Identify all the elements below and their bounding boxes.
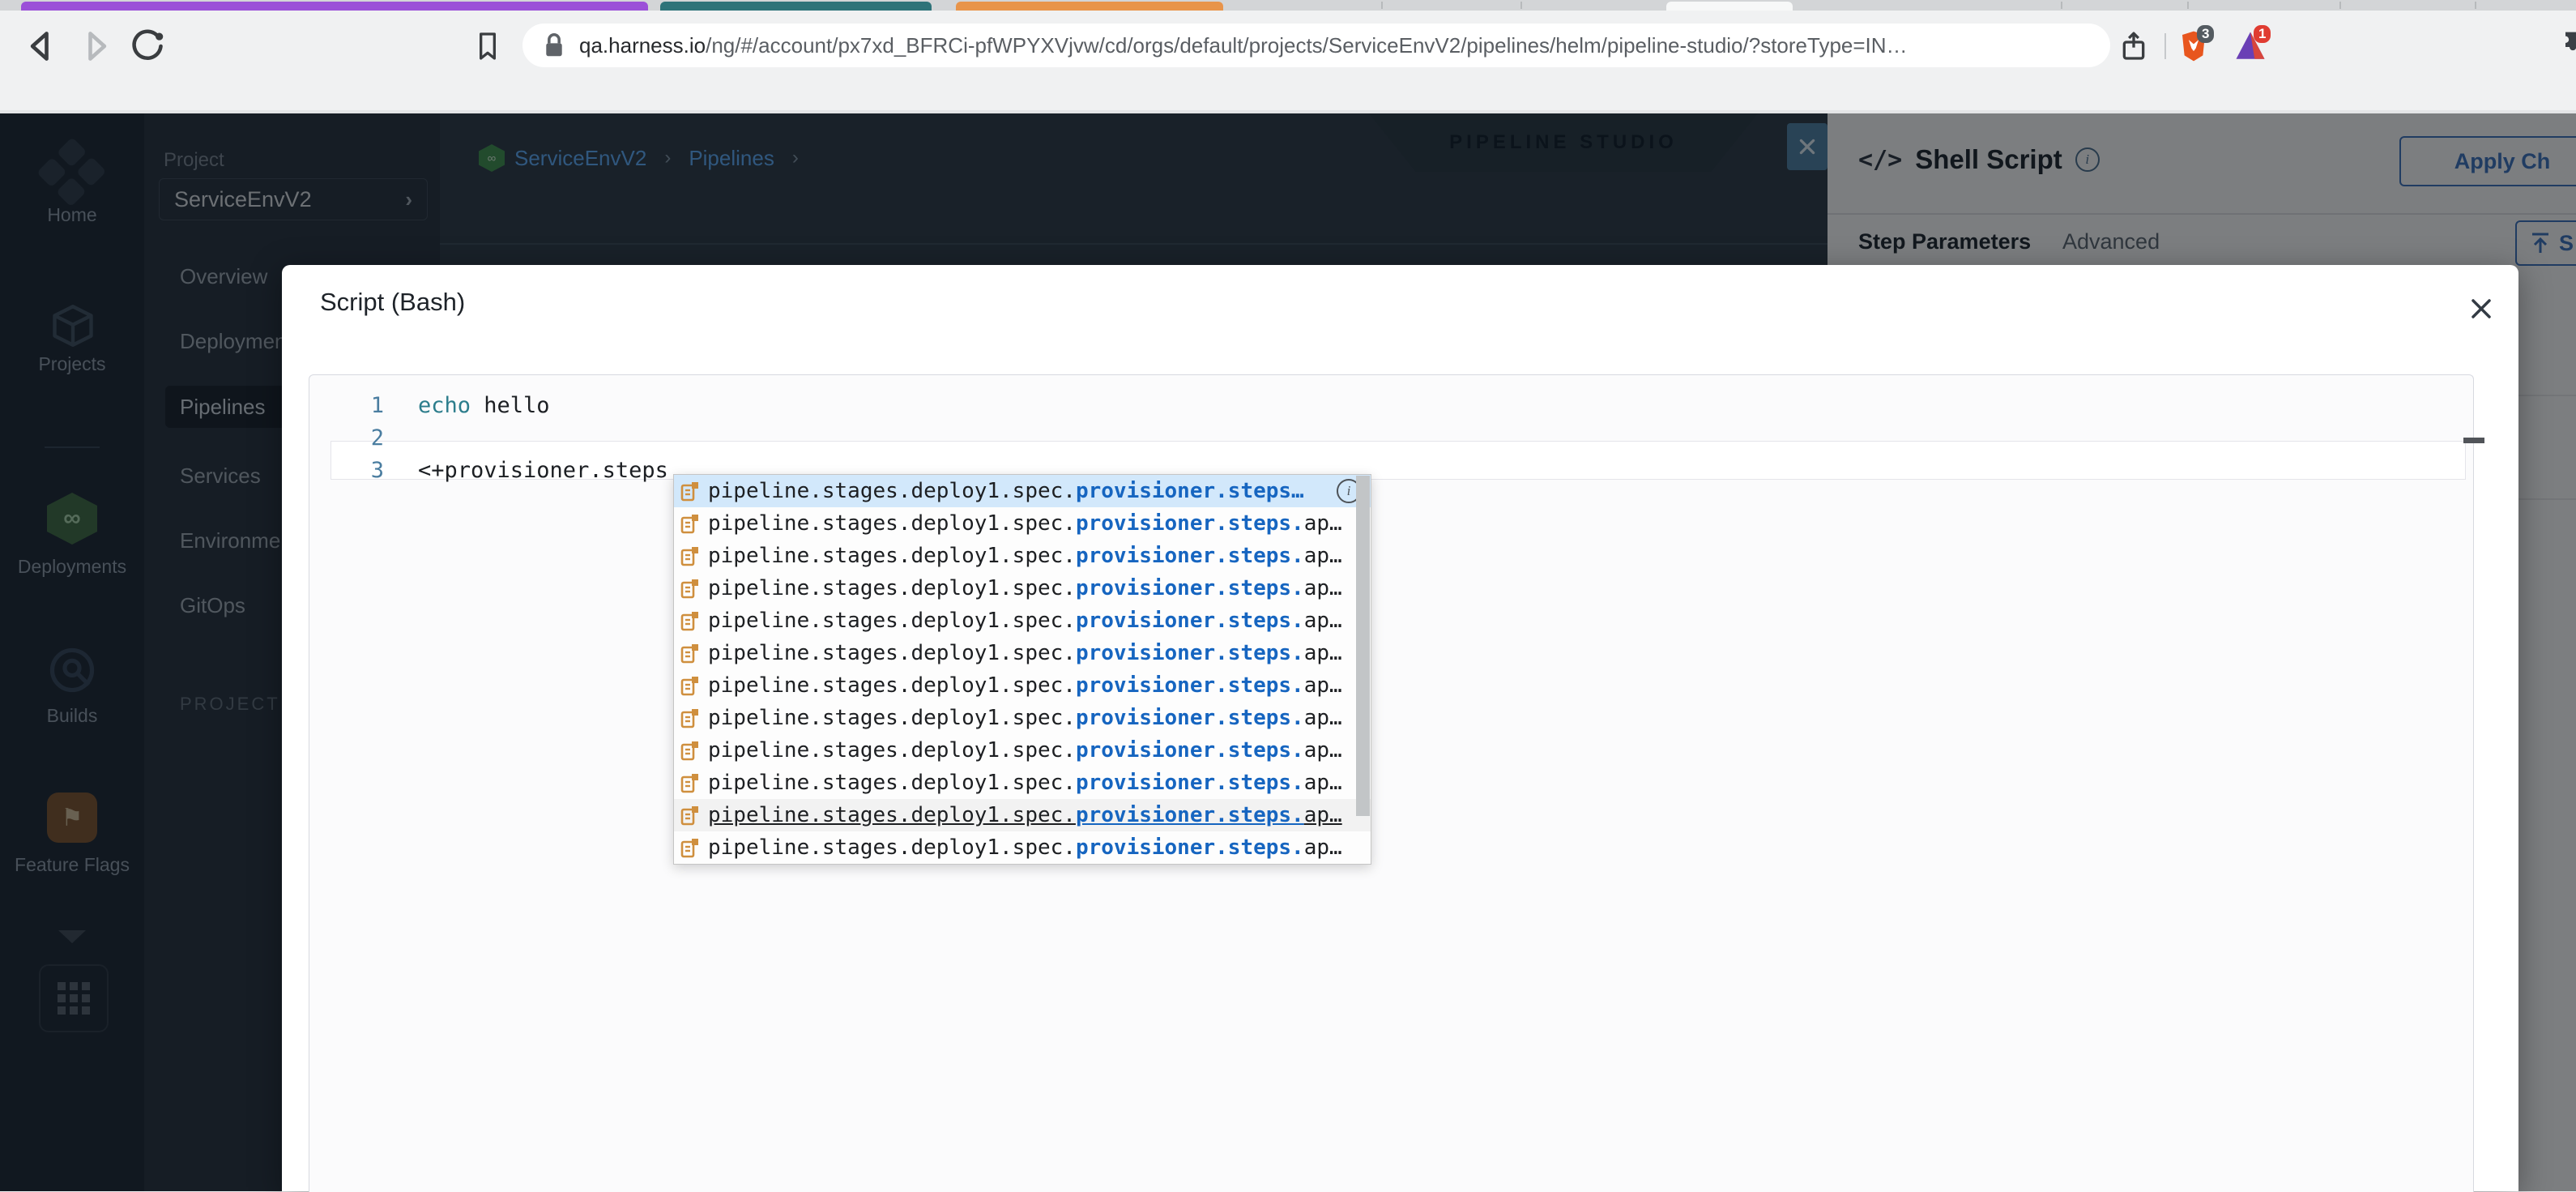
active-tab[interactable]: [1666, 2, 1793, 11]
code-line-1: echo hello: [418, 393, 550, 418]
suggestion-item[interactable]: pipeline.stages.deploy1.spec. provisioner…: [674, 540, 1371, 572]
suggest-list: pipeline.stages.deploy1.spec. provisioner…: [674, 475, 1371, 864]
code-editor[interactable]: 1 2 3 echo hello <+provisioner.steps.: [309, 374, 2484, 1192]
tab-group-teal[interactable]: [660, 2, 932, 11]
back-button[interactable]: [24, 28, 60, 64]
brave-shields-icon[interactable]: 3: [2176, 25, 2215, 64]
field-icon: [680, 644, 698, 664]
suggestion-item[interactable]: pipeline.stages.deploy1.spec. provisioner…: [674, 669, 1371, 702]
modal-close-button[interactable]: [2465, 293, 2497, 325]
browser-tab-strip: [0, 0, 2576, 11]
suggestion-item[interactable]: pipeline.stages.deploy1.spec. provisioner…: [674, 702, 1371, 734]
share-icon[interactable]: [2116, 28, 2152, 64]
tab-group-orange[interactable]: [956, 2, 1223, 11]
scrollbar-cursor-marker: [2463, 438, 2484, 443]
script-editor-modal: Script (Bash) 1 2 3 echo hello <+provisi…: [282, 265, 2518, 1192]
field-icon: [680, 774, 698, 793]
url-bar[interactable]: qa.harness.io/ng/#/account/px7xd_BFRCi-p…: [522, 23, 2110, 67]
shields-badge: 3: [2197, 25, 2215, 43]
tab-group-purple[interactable]: [21, 2, 648, 11]
field-icon: [680, 482, 698, 502]
suggestion-item[interactable]: pipeline.stages.deploy1.spec. provisioner…: [674, 799, 1371, 831]
puzzle-extensions-icon[interactable]: [2552, 25, 2576, 61]
line-number: 3: [370, 458, 384, 483]
modal-title: Script (Bash): [320, 288, 466, 316]
code-line-3: <+provisioner.steps.: [418, 458, 682, 483]
autocomplete-dropdown: pipeline.stages.deploy1.spec. provisioner…: [673, 474, 1371, 865]
forward-button[interactable]: [77, 28, 113, 64]
line-number: 1: [370, 393, 384, 418]
field-icon: [680, 839, 698, 858]
extension-badge: 1: [2254, 25, 2271, 43]
suggestion-item[interactable]: pipeline.stages.deploy1.spec. provisioner…: [674, 605, 1371, 637]
field-icon: [680, 709, 698, 728]
field-icon: [680, 515, 698, 534]
url-text: qa.harness.io/ng/#/account/px7xd_BFRCi-p…: [579, 32, 1908, 58]
field-icon: [680, 741, 698, 761]
extension-icon[interactable]: 1: [2233, 25, 2271, 64]
suggestion-item[interactable]: pipeline.stages.deploy1.spec. provisioner…: [674, 637, 1371, 669]
field-icon: [680, 547, 698, 566]
suggestion-item[interactable]: pipeline.stages.deploy1.spec. provisioner…: [674, 767, 1371, 799]
field-icon: [680, 806, 698, 826]
refresh-button[interactable]: [130, 28, 165, 64]
bookmark-flag-icon[interactable]: [470, 28, 505, 64]
suggestion-item[interactable]: pipeline.stages.deploy1.spec. provisioner…: [674, 475, 1371, 507]
line-number: 2: [370, 425, 384, 451]
browser-toolbar: qa.harness.io/ng/#/account/px7xd_BFRCi-p…: [0, 11, 2576, 70]
dropdown-scrollbar[interactable]: [1356, 476, 1370, 816]
suggestion-item[interactable]: pipeline.stages.deploy1.spec. provisioner…: [674, 507, 1371, 540]
lock-icon: [542, 32, 566, 59]
toolbar-separator: [2164, 33, 2166, 59]
suggestion-item[interactable]: pipeline.stages.deploy1.spec. provisioner…: [674, 734, 1371, 767]
suggestion-item[interactable]: pipeline.stages.deploy1.spec. provisioner…: [674, 831, 1371, 864]
field-icon: [680, 612, 698, 631]
bookmarks-bar: Harness Q4 Q1: [0, 70, 2576, 172]
suggestion-item[interactable]: pipeline.stages.deploy1.spec. provisioner…: [674, 572, 1371, 605]
field-icon: [680, 677, 698, 696]
field-icon: [680, 579, 698, 599]
